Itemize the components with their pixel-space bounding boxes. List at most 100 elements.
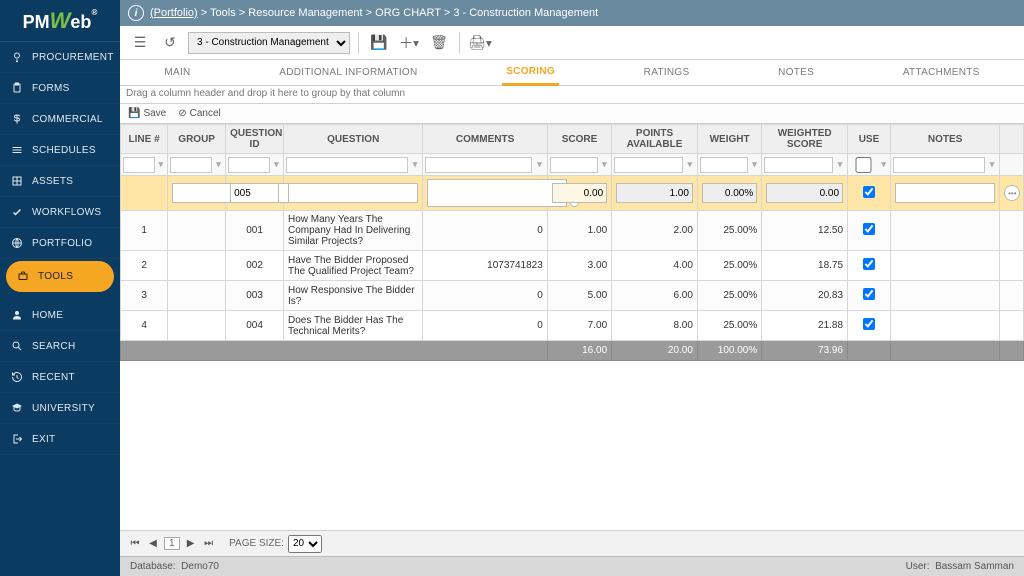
filter-icon[interactable]: ▾ xyxy=(272,159,281,171)
pager-next-icon[interactable]: ▶ xyxy=(184,537,198,551)
sidebar-item-recent[interactable]: RECENT xyxy=(0,362,120,393)
col-header[interactable]: LINE # xyxy=(121,125,168,154)
col-header[interactable]: WEIGHTED SCORE xyxy=(762,125,848,154)
list-icon[interactable]: ☰ xyxy=(128,31,152,55)
filter-icon[interactable]: ▾ xyxy=(214,159,223,171)
sidebar-item-university[interactable]: UNIVERSITY xyxy=(0,393,120,424)
weight-input[interactable] xyxy=(702,183,757,203)
row-more-icon[interactable]: ••• xyxy=(1004,185,1020,201)
comments-input[interactable] xyxy=(427,179,567,207)
grad-icon xyxy=(10,401,24,415)
pager-prev-icon[interactable]: ◀ xyxy=(146,537,160,551)
question-input[interactable] xyxy=(288,183,418,203)
filter-icon[interactable]: ▾ xyxy=(879,159,888,171)
tab-scoring[interactable]: SCORING xyxy=(502,60,559,86)
sidebar-item-search[interactable]: SEARCH xyxy=(0,331,120,362)
history-icon[interactable]: ↺ xyxy=(158,31,182,55)
filter-icon[interactable]: ▾ xyxy=(835,159,845,171)
sidebar-item-workflows[interactable]: WORKFLOWS xyxy=(0,197,120,228)
sidebar-item-tools[interactable]: TOOLS xyxy=(6,261,114,292)
wscore-input[interactable] xyxy=(766,183,843,203)
pager-first-icon[interactable]: ⏮ xyxy=(128,537,142,551)
table-row[interactable]: 2002Have The Bidder Proposed The Qualifi… xyxy=(121,251,1024,281)
table-row[interactable]: 1001How Many Years The Company Had In De… xyxy=(121,211,1024,251)
sidebar-item-home[interactable]: HOME xyxy=(0,300,120,331)
record-select[interactable]: 3 - Construction Management xyxy=(188,32,350,54)
notes-input[interactable] xyxy=(895,183,995,203)
points-input[interactable] xyxy=(616,183,693,203)
col-header[interactable]: QUESTION xyxy=(284,125,423,154)
tab-ratings[interactable]: RATINGS xyxy=(640,61,694,84)
delete-icon[interactable]: 🗑 xyxy=(427,31,451,55)
main: i (Portfolio) > Tools > Resource Managem… xyxy=(120,0,1024,576)
search-icon xyxy=(10,339,24,353)
page-size-select[interactable]: 20 xyxy=(288,535,322,553)
dollar-icon xyxy=(10,112,24,126)
tab-attachments[interactable]: ATTACHMENTS xyxy=(899,61,984,84)
exit-icon xyxy=(10,432,24,446)
table-row[interactable]: 4004Does The Bidder Has The Technical Me… xyxy=(121,311,1024,341)
toolbar: ☰ ↺ 3 - Construction Management 💾 ＋▾ 🗑 🖨… xyxy=(120,26,1024,60)
filter-input[interactable] xyxy=(614,157,683,173)
qid-input[interactable] xyxy=(230,183,279,203)
sidebar-item-schedules[interactable]: SCHEDULES xyxy=(0,135,120,166)
filter-input[interactable] xyxy=(550,157,598,173)
use-checkbox[interactable] xyxy=(863,223,875,235)
logo: PMWeb® xyxy=(0,0,120,42)
filter-input[interactable] xyxy=(893,157,985,173)
bars-icon xyxy=(10,143,24,157)
filter-input[interactable] xyxy=(228,157,270,173)
filter-input[interactable] xyxy=(123,157,155,173)
use-checkbox[interactable] xyxy=(863,318,875,330)
col-header[interactable]: SCORE xyxy=(547,125,611,154)
sidebar-item-assets[interactable]: ASSETS xyxy=(0,166,120,197)
save-button[interactable]: 💾 Save xyxy=(128,108,166,119)
add-icon[interactable]: ＋▾ xyxy=(397,31,421,55)
tab-notes[interactable]: NOTES xyxy=(774,61,818,84)
col-header[interactable]: WEIGHT xyxy=(697,125,761,154)
use-checkbox[interactable] xyxy=(863,182,875,202)
col-header[interactable]: GROUP xyxy=(168,125,226,154)
table-row[interactable]: 3003How Responsive The Bidder Is?05.006.… xyxy=(121,281,1024,311)
filter-icon[interactable]: ▾ xyxy=(410,159,421,171)
filter-icon[interactable]: ▾ xyxy=(750,159,759,171)
bulb-icon xyxy=(10,50,24,64)
clipboard-icon xyxy=(10,81,24,95)
filter-input[interactable] xyxy=(170,157,212,173)
sidebar-item-exit[interactable]: EXIT xyxy=(0,424,120,455)
col-header[interactable]: USE xyxy=(848,125,891,154)
breadcrumb-segment: 3 - Construction Management xyxy=(453,7,598,19)
tab-additional-information[interactable]: ADDITIONAL INFORMATION xyxy=(275,61,421,84)
filter-input[interactable] xyxy=(700,157,748,173)
filter-icon[interactable]: ▾ xyxy=(534,159,545,171)
info-icon[interactable]: i xyxy=(128,5,144,21)
col-header[interactable]: POINTS AVAILABLE xyxy=(612,125,698,154)
col-header[interactable]: NOTES xyxy=(890,125,999,154)
tab-main[interactable]: MAIN xyxy=(160,61,194,84)
use-checkbox[interactable] xyxy=(863,288,875,300)
sidebar-item-forms[interactable]: FORMS xyxy=(0,73,120,104)
filter-input[interactable] xyxy=(286,157,408,173)
sidebar: PMWeb® PROCUREMENTFORMSCOMMERCIALSCHEDUL… xyxy=(0,0,120,576)
use-checkbox[interactable] xyxy=(863,258,875,270)
group-by-bar[interactable]: Drag a column header and drop it here to… xyxy=(120,86,1024,104)
sidebar-item-procurement[interactable]: PROCUREMENT xyxy=(0,42,120,73)
score-input[interactable] xyxy=(552,183,607,203)
cancel-button[interactable]: ⊘ Cancel xyxy=(178,108,221,119)
filter-use-checkbox[interactable] xyxy=(850,157,877,173)
filter-icon[interactable]: ▾ xyxy=(600,159,609,171)
save-icon[interactable]: 💾 xyxy=(367,31,391,55)
col-header[interactable]: QUESTION ID xyxy=(226,125,284,154)
col-header[interactable]: COMMENTS xyxy=(423,125,547,154)
filter-icon[interactable]: ▾ xyxy=(157,159,166,171)
filter-input[interactable] xyxy=(764,157,833,173)
pager-last-icon[interactable]: ⏭ xyxy=(202,537,216,551)
filter-icon[interactable]: ▾ xyxy=(987,159,997,171)
filter-icon[interactable]: ▾ xyxy=(685,159,695,171)
breadcrumb-segment[interactable]: (Portfolio) xyxy=(150,7,198,19)
sidebar-item-commercial[interactable]: COMMERCIAL xyxy=(0,104,120,135)
print-icon[interactable]: 🖨▾ xyxy=(468,31,492,55)
filter-input[interactable] xyxy=(425,157,532,173)
sidebar-item-label: WORKFLOWS xyxy=(32,207,101,218)
sidebar-item-portfolio[interactable]: PORTFOLIO xyxy=(0,228,120,259)
